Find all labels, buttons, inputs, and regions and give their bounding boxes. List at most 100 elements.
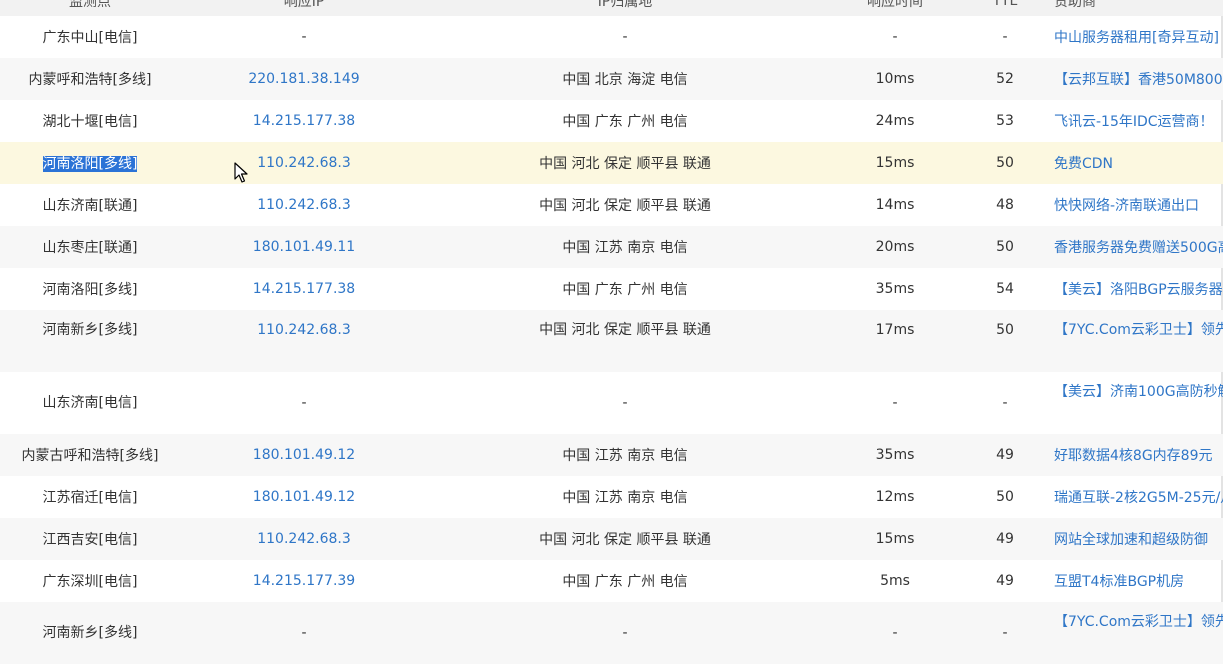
ip-location-cell: 中国 河北 保定 顺平县 联通 bbox=[539, 198, 711, 214]
monitor-point-cell: 河南新乡[多线] bbox=[0, 310, 180, 372]
response-ip-link[interactable]: 14.215.177.38 bbox=[180, 100, 428, 142]
sponsor-link[interactable]: 网站全球加速和超级防御 bbox=[1042, 518, 1223, 560]
monitor-point-cell: 河南洛阳[多线] bbox=[0, 142, 180, 184]
response-time-cell: 12ms bbox=[875, 489, 915, 505]
ttl-cell: 52 bbox=[968, 58, 1042, 100]
response-time-cell: 10ms bbox=[822, 58, 968, 100]
response-time-cell: - bbox=[892, 29, 898, 45]
response-time-cell: - bbox=[822, 602, 968, 664]
ttl-cell: - bbox=[968, 602, 1042, 664]
ip-location-cell: 中国 广东 广州 电信 bbox=[562, 114, 688, 130]
response-time-cell: 24ms bbox=[875, 113, 915, 129]
ttl-cell: - bbox=[1002, 29, 1008, 45]
ip-location-cell: 中国 河北 保定 顺平县 联通 bbox=[428, 142, 822, 184]
selected-text[interactable]: 河南洛阳[多线] bbox=[42, 156, 138, 172]
ip-location-cell: 中国 河北 保定 顺平县 联通 bbox=[428, 518, 822, 560]
response-ip-cell: - bbox=[301, 29, 307, 45]
sponsor-link[interactable]: 免费CDN bbox=[1042, 142, 1223, 184]
ttl-cell: 50 bbox=[968, 226, 1042, 268]
mouse-pointer-icon bbox=[234, 162, 248, 183]
ttl-cell: 50 bbox=[968, 310, 1042, 372]
monitor-point-cell: 湖北十堰[电信] bbox=[42, 114, 138, 130]
sponsor-link[interactable]: 香港服务器免费赠送500G高 bbox=[1042, 226, 1223, 268]
response-ip-link[interactable]: 110.242.68.3 bbox=[180, 184, 428, 226]
table-header-row: 监测点 响应IP IP归属地 响应时间 TTL 赞助商 bbox=[0, 0, 1223, 16]
ip-location-cell: 中国 北京 海淀 电信 bbox=[428, 58, 822, 100]
table-row: 河南新乡[多线] - - - - 【7YC.Com云彩卫士】领先BGP bbox=[0, 602, 1223, 664]
sponsor-link[interactable]: 瑞通互联-2核2G5M-25元/月 bbox=[1042, 476, 1223, 518]
header-ttl[interactable]: TTL bbox=[968, 0, 1042, 16]
sponsor-link[interactable]: 【美云】济南100G高防秒解元 bbox=[1042, 372, 1223, 434]
ip-location-cell: - bbox=[622, 29, 628, 45]
monitor-point-cell: 山东枣庄[联通] bbox=[0, 226, 180, 268]
sponsor-link[interactable]: 【7YC.Com云彩卫士】领先BGP bbox=[1042, 310, 1223, 372]
ttl-cell: 54 bbox=[996, 281, 1014, 297]
ip-location-cell: - bbox=[428, 602, 822, 664]
header-response-time[interactable]: 响应时间 bbox=[822, 0, 968, 16]
sponsor-link[interactable]: 中山服务器租用[奇异互动] bbox=[1042, 16, 1223, 58]
header-ip-location[interactable]: IP归属地 bbox=[428, 0, 822, 16]
sponsor-link[interactable]: 【7YC.Com云彩卫士】领先BGP bbox=[1042, 602, 1223, 664]
response-ip-link[interactable]: 14.215.177.39 bbox=[180, 560, 428, 602]
response-ip-link[interactable]: 110.242.68.3 bbox=[180, 142, 428, 184]
table-row: 山东枣庄[联通] 180.101.49.11 中国 江苏 南京 电信 20ms … bbox=[0, 226, 1223, 268]
ip-location-cell: 中国 广东 广州 电信 bbox=[562, 574, 688, 590]
ttl-cell: 49 bbox=[968, 434, 1042, 476]
ttl-cell: 49 bbox=[968, 518, 1042, 560]
table-row: 山东济南[联通] 110.242.68.3 中国 河北 保定 顺平县 联通 14… bbox=[0, 184, 1223, 226]
response-time-cell: - bbox=[892, 395, 898, 411]
response-ip-cell: - bbox=[301, 395, 307, 411]
monitor-point-cell: 河南新乡[多线] bbox=[0, 602, 180, 664]
ip-location-cell: - bbox=[622, 395, 628, 411]
response-ip-link[interactable]: 220.181.38.149 bbox=[180, 58, 428, 100]
table-row-highlighted: 河南洛阳[多线] 110.242.68.3 中国 河北 保定 顺平县 联通 15… bbox=[0, 142, 1223, 184]
sponsor-link[interactable]: 【美云】洛阳BGP云服务器 bbox=[1042, 268, 1223, 310]
ttl-cell: 50 bbox=[968, 142, 1042, 184]
table-row: 山东济南[电信] - - - - 【美云】济南100G高防秒解元 bbox=[0, 372, 1223, 434]
monitor-point-cell: 山东济南[电信] bbox=[42, 395, 138, 411]
header-response-ip[interactable]: 响应IP bbox=[180, 0, 428, 16]
ip-location-cell: 中国 江苏 南京 电信 bbox=[562, 490, 688, 506]
monitor-point-cell: 内蒙呼和浩特[多线] bbox=[0, 58, 180, 100]
table-row: 河南新乡[多线] 110.242.68.3 中国 河北 保定 顺平县 联通 17… bbox=[0, 310, 1223, 372]
table-row: 江西吉安[电信] 110.242.68.3 中国 河北 保定 顺平县 联通 15… bbox=[0, 518, 1223, 560]
table-row: 内蒙古呼和浩特[多线] 180.101.49.12 中国 江苏 南京 电信 35… bbox=[0, 434, 1223, 476]
response-time-cell: 15ms bbox=[822, 142, 968, 184]
response-ip-link[interactable]: 110.242.68.3 bbox=[180, 310, 428, 372]
sponsor-link[interactable]: 好耶数据4核8G内存89元 bbox=[1042, 434, 1223, 476]
table-row: 江苏宿迁[电信] 180.101.49.12 中国 江苏 南京 电信 12ms … bbox=[0, 476, 1223, 518]
response-time-cell: 35ms bbox=[822, 434, 968, 476]
response-time-cell: 14ms bbox=[875, 197, 915, 213]
monitor-point-cell: 内蒙古呼和浩特[多线] bbox=[0, 434, 180, 476]
response-ip-link[interactable]: 110.242.68.3 bbox=[180, 518, 428, 560]
response-ip-link[interactable]: 180.101.49.12 bbox=[180, 434, 428, 476]
response-ip-link[interactable]: 180.101.49.12 bbox=[180, 476, 428, 518]
table-row: 湖北十堰[电信] 14.215.177.38 中国 广东 广州 电信 24ms … bbox=[0, 100, 1223, 142]
ip-location-cell: 中国 江苏 南京 电信 bbox=[428, 434, 822, 476]
monitor-point-cell: 江苏宿迁[电信] bbox=[42, 490, 138, 506]
header-monitor-point[interactable]: 监测点 bbox=[0, 0, 180, 16]
header-sponsor[interactable]: 赞助商 bbox=[1042, 0, 1223, 16]
monitor-point-cell: 广东深圳[电信] bbox=[42, 574, 138, 590]
sponsor-link[interactable]: 互盟T4标准BGP机房 bbox=[1042, 560, 1223, 602]
sponsor-link[interactable]: 【云邦互联】香港50M800元 bbox=[1042, 58, 1223, 100]
sponsor-link[interactable]: 快快网络-济南联通出口 bbox=[1042, 184, 1223, 226]
ip-location-cell: 中国 河北 保定 顺平县 联通 bbox=[428, 310, 822, 372]
ttl-cell: 48 bbox=[996, 197, 1014, 213]
response-time-cell: 17ms bbox=[822, 310, 968, 372]
ttl-cell: 50 bbox=[996, 489, 1014, 505]
monitor-point-cell: 山东济南[联通] bbox=[42, 198, 138, 214]
table-row: 内蒙呼和浩特[多线] 220.181.38.149 中国 北京 海淀 电信 10… bbox=[0, 58, 1223, 100]
response-ip-link[interactable]: 14.215.177.38 bbox=[180, 268, 428, 310]
response-ip-link[interactable]: 180.101.49.11 bbox=[180, 226, 428, 268]
table-row: 河南洛阳[多线] 14.215.177.38 中国 广东 广州 电信 35ms … bbox=[0, 268, 1223, 310]
ip-location-cell: 中国 广东 广州 电信 bbox=[562, 282, 688, 298]
sponsor-link[interactable]: 飞讯云-15年IDC运营商！ bbox=[1042, 100, 1223, 142]
response-time-cell: 5ms bbox=[880, 573, 910, 589]
ttl-cell: - bbox=[1002, 395, 1008, 411]
ttl-cell: 53 bbox=[996, 113, 1014, 129]
table-row: 广东深圳[电信] 14.215.177.39 中国 广东 广州 电信 5ms 4… bbox=[0, 560, 1223, 602]
monitor-point-cell: 江西吉安[电信] bbox=[0, 518, 180, 560]
response-time-cell: 15ms bbox=[822, 518, 968, 560]
response-ip-cell: - bbox=[180, 602, 428, 664]
